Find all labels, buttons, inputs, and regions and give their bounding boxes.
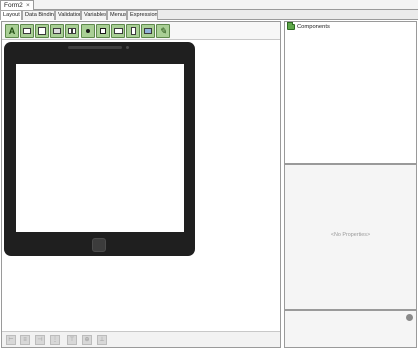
- align-middle-icon[interactable]: ⊕: [82, 335, 92, 345]
- form-canvas[interactable]: [2, 40, 280, 330]
- form-screen[interactable]: [16, 64, 184, 232]
- button-glyph-shape: [53, 28, 61, 34]
- panel-glyph-shape-2: [72, 28, 76, 34]
- document-tab-form2[interactable]: Form2 ×: [0, 0, 34, 10]
- distribute-icon[interactable]: ⋮: [50, 335, 60, 345]
- dropdown-tool-icon[interactable]: [111, 24, 125, 38]
- tab-menus[interactable]: Menus: [107, 10, 127, 20]
- align-middle-glyph: ⊕: [84, 337, 90, 343]
- panel-tool-icon[interactable]: [65, 24, 79, 38]
- align-right-glyph: ⊣: [37, 337, 43, 343]
- textbox-glyph-shape: [23, 28, 31, 34]
- design-area: A ✎ ⊢ ≡ ⊣ ⋮ ⊤ ⊕ ⊥: [1, 21, 281, 348]
- properties-panel: <No Properties>: [284, 164, 417, 310]
- checkbox-glyph-box: [100, 28, 106, 34]
- align-bottom-glyph: ⊥: [99, 337, 105, 343]
- checkbox-tool-icon[interactable]: [96, 24, 110, 38]
- label-tool-icon[interactable]: A: [5, 24, 19, 38]
- radio-tool-icon[interactable]: [81, 24, 95, 38]
- align-center-glyph: ≡: [23, 337, 27, 343]
- image-glyph-shape: [144, 28, 152, 34]
- signature-glyph: ✎: [159, 26, 167, 36]
- align-top-glyph: ⊤: [69, 337, 75, 343]
- tablet-frame: [4, 42, 195, 256]
- help-icon[interactable]: [406, 314, 413, 321]
- align-left-icon[interactable]: ⊢: [6, 335, 16, 345]
- align-top-icon[interactable]: ⊤: [67, 335, 77, 345]
- help-pane: [284, 310, 417, 348]
- align-center-icon[interactable]: ≡: [20, 335, 30, 345]
- tablet-speaker: [68, 46, 122, 49]
- textbox-tool-icon[interactable]: [20, 24, 34, 38]
- tab-data-binding[interactable]: Data Binding: [22, 10, 55, 20]
- close-icon[interactable]: ×: [26, 2, 30, 10]
- tab-layout[interactable]: Layout: [0, 10, 22, 20]
- layout-toolbar: ⊢ ≡ ⊣ ⋮ ⊤ ⊕ ⊥: [2, 331, 280, 347]
- document-tab-bar: Form2 ×: [0, 0, 418, 10]
- tablet-camera: [126, 46, 129, 49]
- radio-glyph-dot: [86, 29, 90, 33]
- signature-tool-icon[interactable]: ✎: [156, 24, 170, 38]
- components-node[interactable]: Components: [286, 22, 386, 31]
- no-properties-text: <No Properties>: [330, 232, 371, 238]
- align-right-icon[interactable]: ⊣: [35, 335, 45, 345]
- textarea-glyph-shape: [38, 27, 46, 35]
- tablet-home-button: [92, 238, 106, 252]
- list-tool-icon[interactable]: [126, 24, 140, 38]
- document-tab-label: Form2: [4, 2, 23, 9]
- dropdown-glyph-shape: [114, 28, 123, 34]
- designer-tab-bar: Layout Data Binding Validation Variables…: [0, 10, 418, 20]
- tab-expressions[interactable]: Expressions: [127, 10, 158, 20]
- distribute-glyph: ⋮: [52, 337, 58, 343]
- control-toolbar: A ✎: [2, 22, 280, 40]
- label-tool-glyph: A: [8, 26, 16, 36]
- folder-icon: [287, 22, 295, 30]
- align-left-glyph: ⊢: [8, 337, 14, 343]
- tab-validation[interactable]: Validation: [55, 10, 81, 20]
- components-title: Components: [297, 24, 330, 30]
- textarea-tool-icon[interactable]: [35, 24, 49, 38]
- components-panel: Components: [284, 21, 417, 164]
- list-glyph-shape: [131, 27, 136, 35]
- button-tool-icon[interactable]: [50, 24, 64, 38]
- image-tool-icon[interactable]: [141, 24, 155, 38]
- align-bottom-icon[interactable]: ⊥: [97, 335, 107, 345]
- tab-variables[interactable]: Variables: [81, 10, 107, 20]
